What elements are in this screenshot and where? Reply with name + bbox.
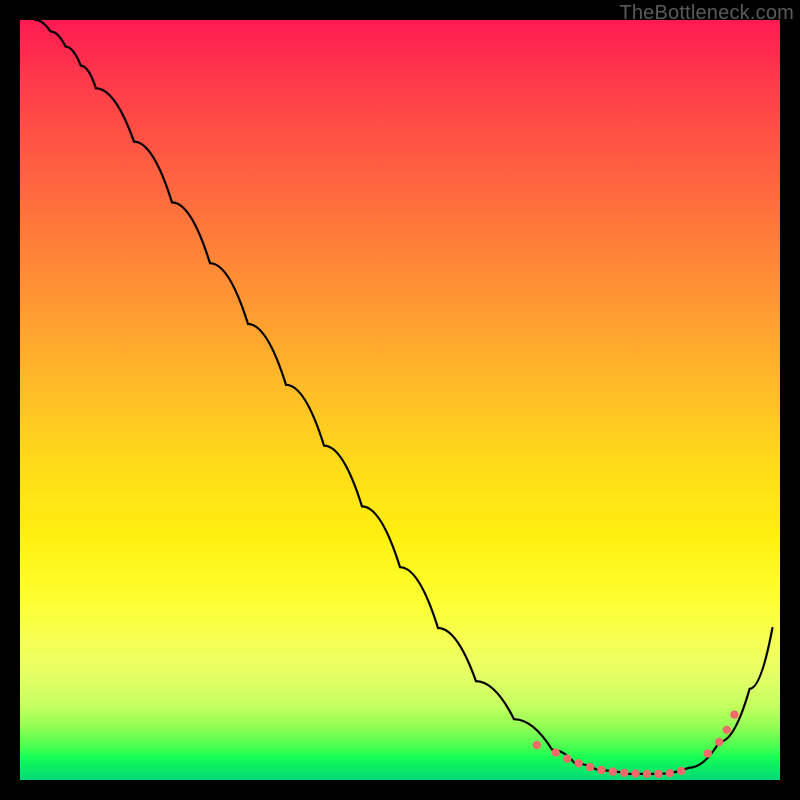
highlight-dot bbox=[620, 769, 628, 777]
highlight-dot bbox=[677, 767, 685, 775]
chart-svg bbox=[20, 20, 780, 780]
highlight-dot bbox=[704, 749, 712, 757]
highlight-dot bbox=[730, 710, 738, 718]
highlight-dot bbox=[563, 755, 571, 763]
chart-frame: TheBottleneck.com bbox=[0, 0, 800, 800]
bottleneck-curve bbox=[35, 20, 772, 774]
highlight-dot bbox=[586, 763, 594, 771]
highlight-dot bbox=[609, 767, 617, 775]
highlight-dot bbox=[666, 769, 674, 777]
highlight-dot bbox=[654, 770, 662, 778]
highlight-dot bbox=[643, 770, 651, 778]
highlight-dot bbox=[552, 748, 560, 756]
highlight-dot bbox=[533, 741, 541, 749]
highlight-dot bbox=[723, 726, 731, 734]
highlight-dot bbox=[574, 759, 582, 767]
highlight-dot bbox=[631, 769, 639, 777]
highlight-dot bbox=[715, 738, 723, 746]
plot-area bbox=[20, 20, 780, 780]
highlight-dot bbox=[597, 766, 605, 774]
highlight-dots bbox=[533, 710, 739, 778]
